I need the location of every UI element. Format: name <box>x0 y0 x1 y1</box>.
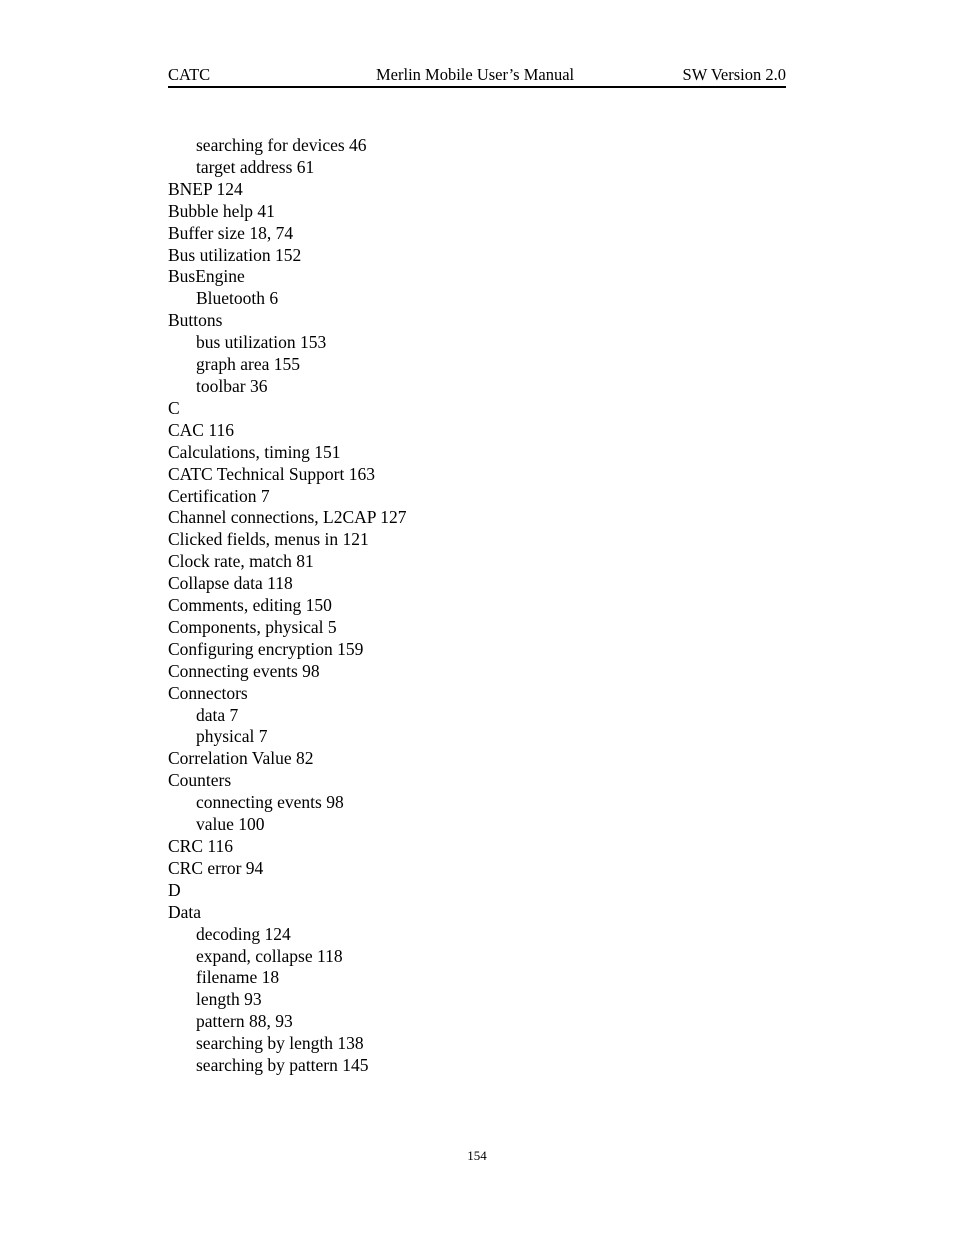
index-subentry: length 93 <box>196 989 262 1010</box>
index-subentry: pattern 88, 93 <box>196 1011 293 1032</box>
index-entry: C <box>168 397 180 418</box>
page-number: 154 <box>467 1148 487 1163</box>
index-subentry: decoding 124 <box>196 923 291 944</box>
index-entry: Bubble help 41 <box>168 200 275 221</box>
index-entry: Correlation Value 82 <box>168 748 314 769</box>
index-entry: Calculations, timing 151 <box>168 441 341 462</box>
index-entry: Channel connections, L2CAP 127 <box>168 507 407 528</box>
index-entry: Comments, editing 150 <box>168 595 332 616</box>
index-subentry: connecting events 98 <box>196 792 344 813</box>
index-subentry: searching for devices 46 <box>196 135 367 155</box>
header-title: Merlin Mobile User’s Manual <box>376 65 575 84</box>
index-subentry: searching by pattern 145 <box>196 1055 369 1076</box>
index-entry: Certification 7 <box>168 485 270 506</box>
index-entry: Connectors <box>168 682 248 703</box>
index-subentry: data 7 <box>196 704 239 725</box>
index-entry: CRC 116 <box>168 836 233 856</box>
index-entry: Configuring encryption 159 <box>168 638 364 659</box>
index-list: searching for devices 46 target address 6… <box>168 135 407 1077</box>
index-entry: Bus utilization 152 <box>168 244 302 265</box>
index-subentry: expand, collapse 118 <box>196 945 343 966</box>
index-entry: Clock rate, match 81 <box>168 551 314 572</box>
index-entry: Buttons <box>168 310 223 331</box>
index-entry: CATC Technical Support 163 <box>168 463 375 484</box>
index-subentry: Bluetooth 6 <box>196 288 279 309</box>
index-subentry: target address 61 <box>196 156 315 177</box>
index-entry: Connecting events 98 <box>168 660 320 681</box>
index-entry: Buffer size 18, 74 <box>168 222 294 243</box>
index-subentry: graph area 155 <box>196 354 300 375</box>
index-entry: BusEngine <box>168 266 245 287</box>
index-subentry: searching by length 138 <box>196 1033 364 1054</box>
index-subentry: filename 18 <box>196 967 280 988</box>
page-header: CATC Merlin Mobile User’s Manual SW Vers… <box>168 64 786 88</box>
index-subentry: bus utilization 153 <box>196 332 327 353</box>
index-entry: CRC error 94 <box>168 857 264 878</box>
index-subentry: toolbar 36 <box>196 375 268 396</box>
index-entry: Clicked fields, menus in 121 <box>168 529 369 550</box>
index-subentry: value 100 <box>196 814 265 835</box>
index-entry: Counters <box>168 770 232 791</box>
index-subentry: physical 7 <box>196 726 268 747</box>
header-version: SW Version 2.0 <box>682 65 786 84</box>
header-company: CATC <box>168 65 211 84</box>
index-entry: Components, physical 5 <box>168 616 337 637</box>
index-entry: CAC 116 <box>168 419 234 440</box>
index-entry: BNEP 124 <box>168 178 243 199</box>
index-entry: Collapse data 118 <box>168 573 293 594</box>
index-entry: D <box>168 879 181 900</box>
index-entry: Data <box>168 901 202 922</box>
